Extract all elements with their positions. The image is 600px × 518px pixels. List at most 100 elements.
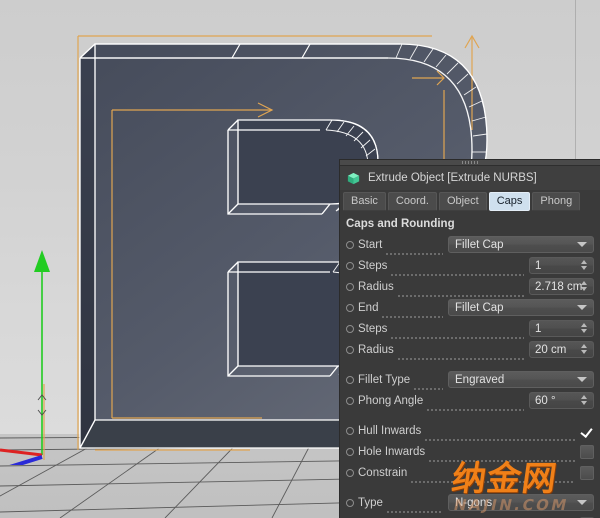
end-steps-input[interactable]: 1 — [529, 320, 594, 337]
label-end: End — [358, 302, 378, 314]
axis-y-arrowhead — [34, 250, 50, 272]
spinner-icon[interactable] — [581, 395, 588, 406]
tab-object[interactable]: Object — [439, 192, 487, 211]
leader-dots — [410, 472, 575, 483]
animate-dot-icon[interactable] — [346, 397, 354, 405]
animate-dot-icon[interactable] — [346, 262, 354, 270]
label-start-radius: Radius — [358, 281, 394, 293]
animate-dot-icon[interactable] — [346, 427, 354, 435]
chevron-down-icon — [577, 305, 587, 310]
attribute-manager-panel[interactable]: Extrude Object [Extrude NURBS] Basic Coo… — [340, 160, 600, 518]
leader-dots — [386, 502, 443, 513]
row-end[interactable]: End Fillet Cap — [346, 297, 594, 318]
animate-dot-icon[interactable] — [346, 325, 354, 333]
label-constrain: Constrain — [358, 467, 407, 479]
panel-title-text: Extrude Object [Extrude NURBS] — [368, 172, 537, 184]
spinner-icon[interactable] — [581, 323, 588, 334]
end-radius-value: 20 cm — [530, 344, 566, 356]
phong-angle-value: 60 ° — [530, 395, 556, 407]
animate-dot-icon[interactable] — [346, 448, 354, 456]
row-spacer-2 — [346, 411, 594, 420]
property-rows: Start Fillet Cap Steps 1 R — [340, 234, 600, 518]
leader-dots — [397, 349, 524, 360]
leader-dots — [424, 430, 577, 441]
label-start: Start — [358, 239, 382, 251]
row-spacer-1 — [346, 360, 594, 369]
start-cap-value: Fillet Cap — [449, 239, 504, 251]
hull-inwards-checkbox[interactable] — [582, 425, 594, 437]
label-hole-inwards: Hole Inwards — [358, 446, 425, 458]
row-start-steps[interactable]: Steps 1 — [346, 255, 594, 276]
row-start-radius[interactable]: Radius 2.718 cm — [346, 276, 594, 297]
start-cap-dropdown[interactable]: Fillet Cap — [448, 236, 594, 253]
row-start[interactable]: Start Fillet Cap — [346, 234, 594, 255]
leader-dots — [390, 265, 524, 276]
tab-phong[interactable]: Phong — [532, 192, 580, 211]
type-dropdown[interactable]: N-gons — [448, 494, 594, 511]
chevron-down-icon — [577, 242, 587, 247]
tab-caps[interactable]: Caps — [489, 192, 531, 211]
label-end-radius: Radius — [358, 344, 394, 356]
extrude-cube-icon — [346, 171, 361, 186]
start-steps-value: 1 — [530, 260, 541, 272]
constrain-checkbox[interactable] — [580, 466, 594, 480]
chevron-down-icon — [577, 500, 587, 505]
label-fillet-type: Fillet Type — [358, 374, 410, 386]
animate-dot-icon[interactable] — [346, 499, 354, 507]
axis-gizmo[interactable] — [0, 250, 140, 465]
leader-dots — [385, 244, 443, 255]
row-phong-angle[interactable]: Phong Angle 60 ° — [346, 390, 594, 411]
row-end-steps[interactable]: Steps 1 — [346, 318, 594, 339]
tab-basic[interactable]: Basic — [343, 192, 386, 211]
hole-inwards-checkbox[interactable] — [580, 445, 594, 459]
panel-grip-icon[interactable] — [462, 161, 478, 164]
leader-dots — [390, 328, 524, 339]
section-title-caps-and-rounding: Caps and Rounding — [340, 214, 600, 234]
start-steps-input[interactable]: 1 — [529, 257, 594, 274]
animate-dot-icon[interactable] — [346, 376, 354, 384]
leader-dots — [426, 400, 524, 411]
row-constrain[interactable]: Constrain — [346, 462, 594, 483]
end-radius-input[interactable]: 20 cm — [529, 341, 594, 358]
axis-z-line — [0, 457, 42, 465]
panel-title-bar[interactable]: Extrude Object [Extrude NURBS] — [340, 166, 600, 190]
spinner-icon[interactable] — [581, 281, 588, 292]
label-phong-angle: Phong Angle — [358, 395, 423, 407]
leader-dots — [397, 286, 524, 297]
animate-dot-icon[interactable] — [346, 241, 354, 249]
end-cap-value: Fillet Cap — [449, 302, 504, 314]
label-end-steps: Steps — [358, 323, 387, 335]
type-value: N-gons — [449, 497, 492, 509]
leader-dots — [413, 379, 443, 390]
start-radius-value: 2.718 cm — [530, 281, 582, 293]
axis-x-line — [0, 450, 42, 455]
end-cap-dropdown[interactable]: Fillet Cap — [448, 299, 594, 316]
label-hull-inwards: Hull Inwards — [358, 425, 421, 437]
row-type[interactable]: Type N-gons — [346, 492, 594, 513]
leader-dots — [381, 307, 443, 318]
panel-drag-strip[interactable] — [340, 160, 600, 166]
phong-angle-input[interactable]: 60 ° — [529, 392, 594, 409]
row-end-radius[interactable]: Radius 20 cm — [346, 339, 594, 360]
leader-dots — [428, 451, 575, 462]
animate-dot-icon[interactable] — [346, 469, 354, 477]
start-radius-input[interactable]: 2.718 cm — [529, 278, 594, 295]
fillet-type-dropdown[interactable]: Engraved — [448, 371, 594, 388]
label-type: Type — [358, 497, 383, 509]
row-spacer-3 — [346, 483, 594, 492]
animate-dot-icon[interactable] — [346, 346, 354, 354]
label-start-steps: Steps — [358, 260, 387, 272]
row-regular-grid: Regular Grid — [346, 513, 594, 518]
row-hull-inwards[interactable]: Hull Inwards — [346, 420, 594, 441]
panel-tab-bar[interactable]: Basic Coord. Object Caps Phong — [340, 190, 600, 214]
spinner-icon[interactable] — [581, 344, 588, 355]
row-hole-inwards[interactable]: Hole Inwards — [346, 441, 594, 462]
fillet-type-value: Engraved — [449, 374, 504, 386]
animate-dot-icon[interactable] — [346, 304, 354, 312]
tab-coord[interactable]: Coord. — [388, 192, 437, 211]
spinner-icon[interactable] — [581, 260, 588, 271]
cinema4d-screenshot-root: Extrude Object [Extrude NURBS] Basic Coo… — [0, 0, 600, 518]
animate-dot-icon[interactable] — [346, 283, 354, 291]
end-steps-value: 1 — [530, 323, 541, 335]
row-fillet-type[interactable]: Fillet Type Engraved — [346, 369, 594, 390]
